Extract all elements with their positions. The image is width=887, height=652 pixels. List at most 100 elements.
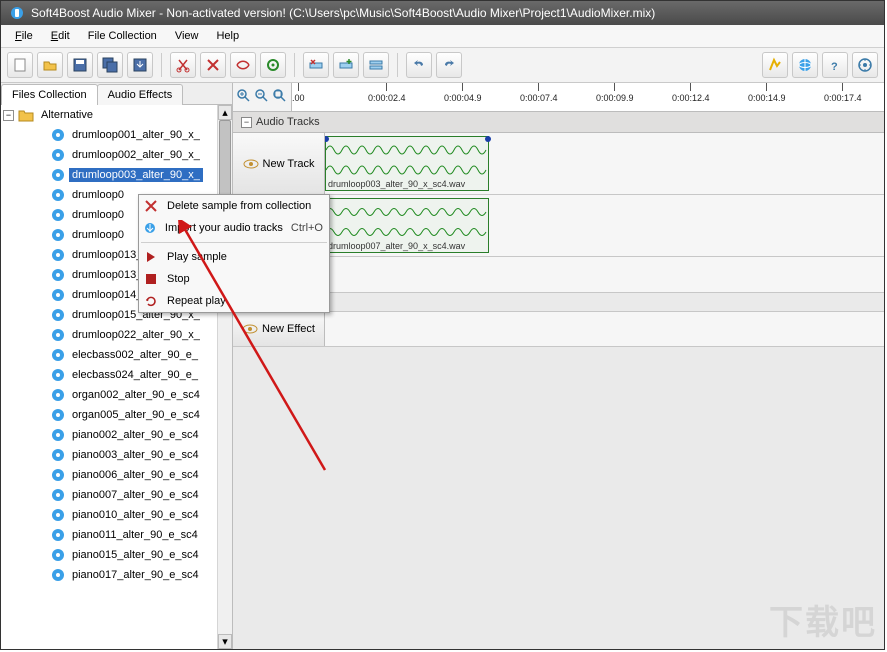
audio-file-icon — [51, 468, 65, 482]
timeline-tick: 0:00:02.4 — [368, 83, 406, 111]
delete-button[interactable] — [200, 52, 226, 78]
undo-button[interactable] — [406, 52, 432, 78]
tree-folder[interactable]: − Alternative — [1, 105, 232, 125]
save-as-button[interactable] — [97, 52, 123, 78]
menu-help[interactable]: Help — [208, 27, 247, 45]
track-header[interactable]: New Track — [233, 133, 325, 194]
stop-icon — [143, 274, 159, 284]
timeline-tick: .00 — [292, 83, 305, 111]
about-button[interactable] — [852, 52, 878, 78]
audio-tracks-header[interactable]: − Audio Tracks — [233, 112, 884, 133]
track-body[interactable]: drumloop003_alter_90_x_sc4.wav — [325, 133, 884, 194]
effect-body[interactable] — [325, 312, 884, 346]
timeline-tick: 0:00:12.4 — [672, 83, 710, 111]
zoom-out-button[interactable] — [254, 88, 270, 107]
timeline-bar: .00 0:00:02.4 0:00:04.9 0:00:07.4 0:00:09.9 0… — [233, 83, 884, 112]
tab-files-collection[interactable]: Files Collection — [1, 84, 98, 105]
tree-item-label: piano007_alter_90_e_sc4 — [69, 488, 202, 502]
zoom-in-button[interactable] — [236, 88, 252, 107]
scroll-up-button[interactable]: ▴ — [218, 105, 232, 120]
add-track-button[interactable] — [333, 52, 359, 78]
timeline-tick: 0:00:07.4 — [520, 83, 558, 111]
timeline-tick: 0:00:14.9 — [748, 83, 786, 111]
app-icon — [9, 5, 25, 21]
tree-item[interactable]: drumloop001_alter_90_x_ — [1, 125, 232, 145]
audio-file-icon — [51, 328, 65, 342]
tree-item-label: drumloop003_alter_90_x_ — [69, 168, 203, 182]
tree-item[interactable]: piano010_alter_90_e_sc4 — [1, 505, 232, 525]
audio-file-icon — [51, 168, 65, 182]
export-button[interactable] — [127, 52, 153, 78]
mixer-button[interactable] — [363, 52, 389, 78]
activate-button[interactable] — [762, 52, 788, 78]
remove-track-button[interactable] — [303, 52, 329, 78]
tree-item[interactable]: drumloop002_alter_90_x_ — [1, 145, 232, 165]
menu-view[interactable]: View — [167, 27, 207, 45]
main-toolbar: ? — [1, 48, 884, 83]
audio-file-icon — [51, 448, 65, 462]
toolbar-separator — [397, 53, 398, 77]
tree-item-label: drumloop0 — [69, 208, 127, 222]
waveform-icon — [326, 141, 490, 159]
ctx-delete-sample[interactable]: Delete sample from collection — [139, 195, 329, 217]
trim-button[interactable] — [230, 52, 256, 78]
help-button[interactable]: ? — [822, 52, 848, 78]
zoom-tools — [233, 85, 291, 110]
settings-button[interactable] — [260, 52, 286, 78]
scroll-down-button[interactable]: ▾ — [218, 634, 232, 649]
tree-item-label: piano015_alter_90_e_sc4 — [69, 548, 202, 562]
audio-clip[interactable]: drumloop003_alter_90_x_sc4.wav — [325, 136, 489, 191]
tree-item[interactable]: piano007_alter_90_e_sc4 — [1, 485, 232, 505]
tree-item[interactable]: piano017_alter_90_e_sc4 — [1, 565, 232, 585]
svg-text:?: ? — [831, 61, 838, 73]
new-project-button[interactable] — [7, 52, 33, 78]
menu-file-collection[interactable]: File Collection — [80, 27, 165, 45]
tree-item-label: piano011_alter_90_e_sc4 — [69, 528, 201, 542]
tree-item[interactable]: piano015_alter_90_e_sc4 — [1, 545, 232, 565]
timeline-ruler[interactable]: .00 0:00:02.4 0:00:04.9 0:00:07.4 0:00:09.9 0… — [291, 83, 884, 111]
web-button[interactable] — [792, 52, 818, 78]
track-row: New Track drumloop003_alter_90_x_sc4.wav — [233, 133, 884, 195]
audio-file-icon — [51, 128, 65, 142]
expand-icon[interactable]: − — [3, 110, 14, 121]
toolbar-separator — [294, 53, 295, 77]
tree-item-label: drumloop0 — [69, 228, 127, 242]
open-project-button[interactable] — [37, 52, 63, 78]
tree-item[interactable]: drumloop003_alter_90_x_ — [1, 165, 232, 185]
track-body[interactable] — [325, 257, 884, 292]
timeline-tick: 0:00:04.9 — [444, 83, 482, 111]
import-icon — [143, 222, 157, 234]
audio-file-icon — [51, 268, 65, 282]
tree-item[interactable]: piano011_alter_90_e_sc4 — [1, 525, 232, 545]
timeline-tick: 0:00:09.9 — [596, 83, 634, 111]
track-body[interactable]: drumloop007_alter_90_x_sc4.wav — [325, 195, 884, 256]
annotation-arrow — [175, 220, 355, 480]
save-button[interactable] — [67, 52, 93, 78]
audio-file-icon — [51, 568, 65, 582]
left-tabs: Files Collection Audio Effects — [1, 83, 232, 105]
play-icon — [143, 252, 159, 262]
delete-icon — [143, 200, 159, 212]
timeline-tick: 0:00:17.4 — [824, 83, 862, 111]
tree-item-label: piano017_alter_90_e_sc4 — [69, 568, 202, 582]
audio-file-icon — [51, 528, 65, 542]
audio-file-icon — [51, 368, 65, 382]
zoom-fit-button[interactable] — [272, 88, 288, 107]
menu-file[interactable]: File — [7, 27, 41, 45]
menu-edit[interactable]: Edit — [43, 27, 78, 45]
audio-file-icon — [51, 548, 65, 562]
folder-label: Alternative — [38, 108, 96, 122]
audio-file-icon — [51, 428, 65, 442]
waveform-icon — [326, 161, 490, 179]
scroll-thumb[interactable] — [219, 120, 231, 200]
redo-button[interactable] — [436, 52, 462, 78]
content-area: Files Collection Audio Effects − Alternat… — [1, 83, 884, 649]
collapse-icon[interactable]: − — [241, 117, 252, 128]
cut-button[interactable] — [170, 52, 196, 78]
audio-file-icon — [51, 288, 65, 302]
waveform-icon — [326, 203, 490, 221]
tab-audio-effects[interactable]: Audio Effects — [97, 84, 184, 105]
audio-file-icon — [51, 388, 65, 402]
eye-icon — [243, 158, 259, 170]
repeat-icon — [143, 295, 159, 307]
